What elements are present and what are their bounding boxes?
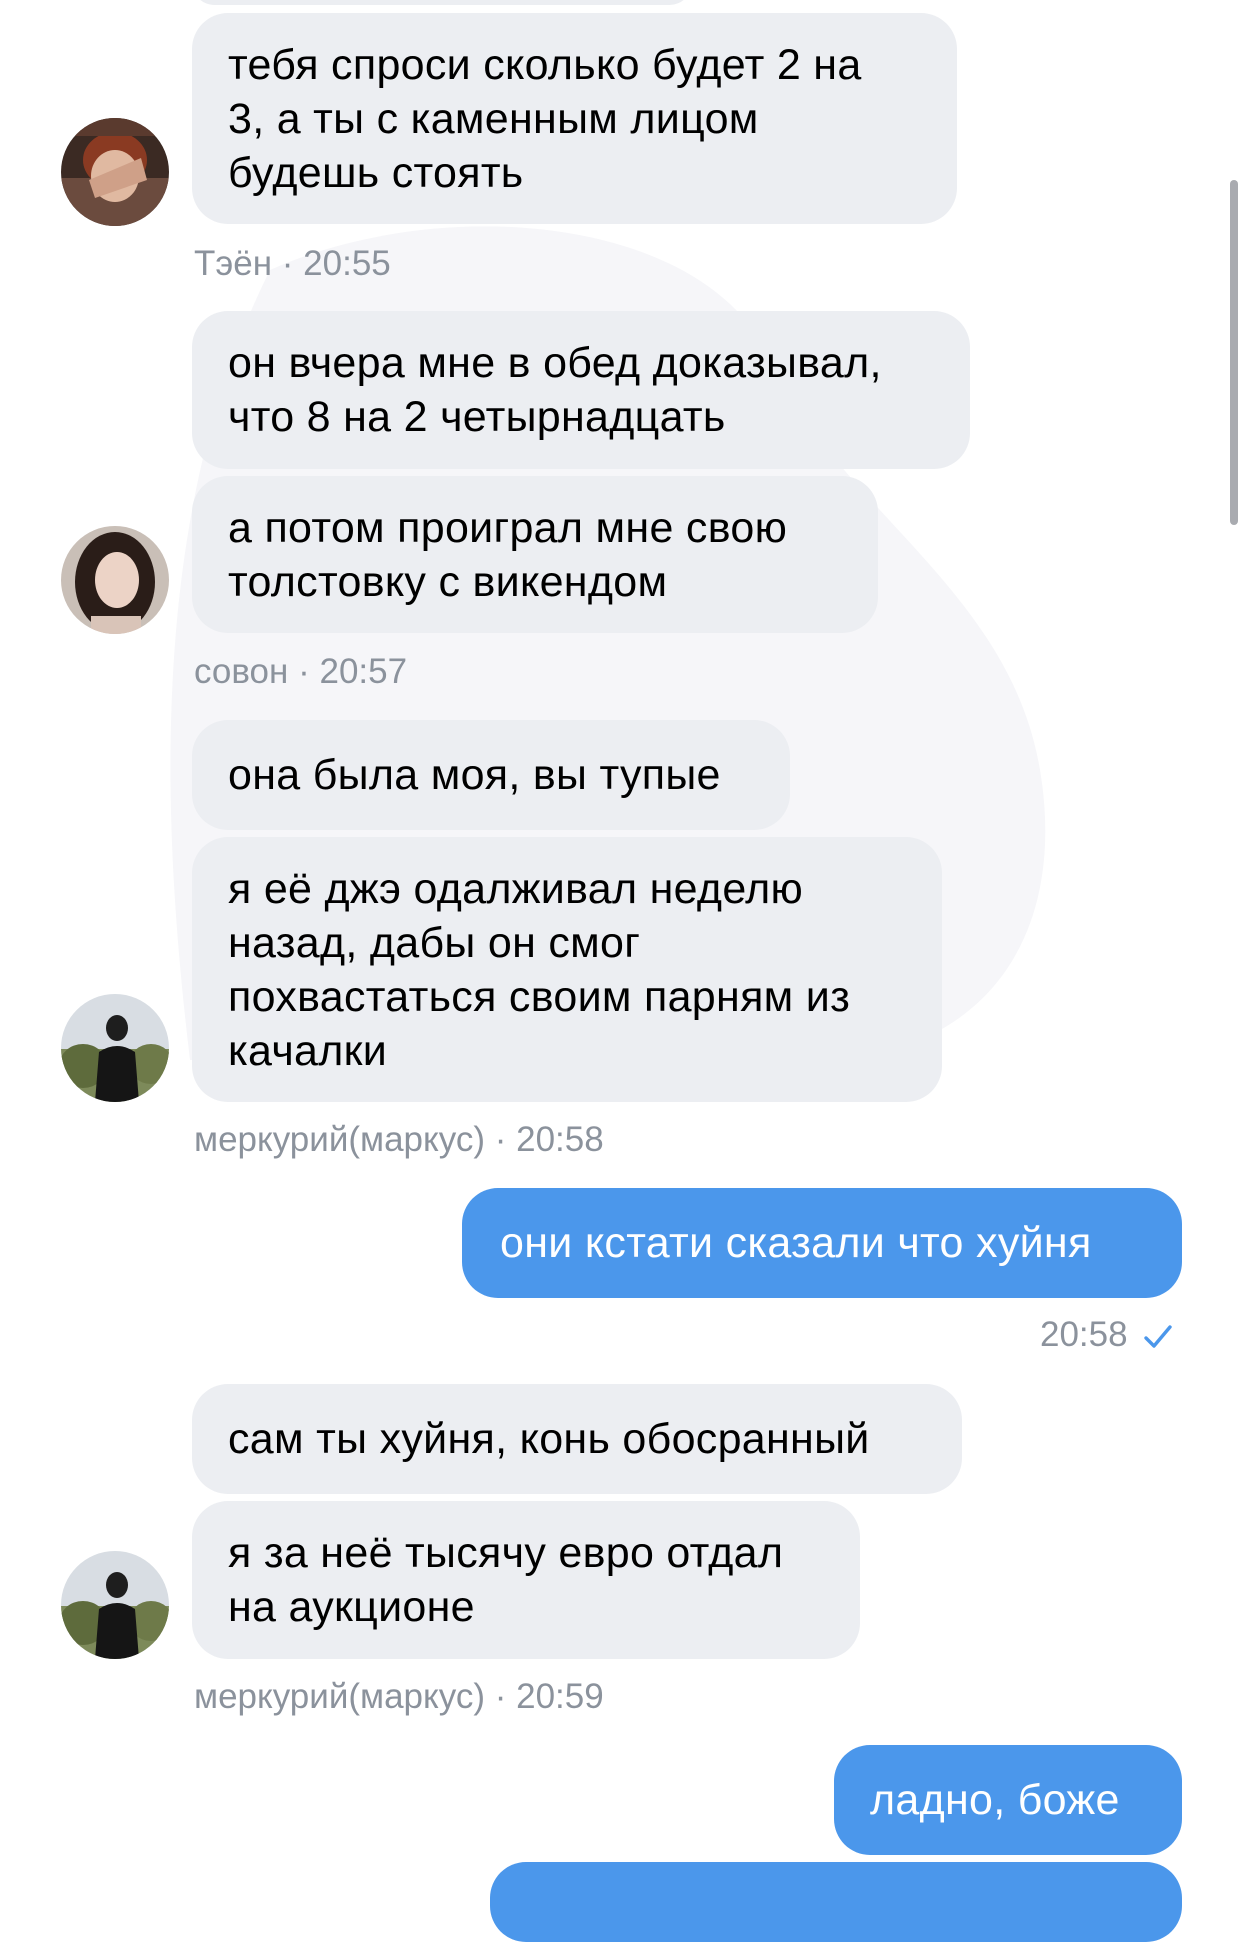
previous-message-bubble[interactable] [192, 0, 692, 5]
message-time: 20:58 [1040, 1315, 1128, 1354]
sender-name[interactable]: меркурий(маркус) [194, 1120, 485, 1159]
message-text: она была моя, вы тупые [228, 751, 721, 799]
message-meta: меркурий(маркус) · 20:58 [194, 1120, 604, 1160]
avatar-photo-icon [61, 526, 169, 634]
message-text: сам ты хуйня, конь обосранный [228, 1415, 870, 1463]
avatar[interactable] [61, 1551, 169, 1659]
message-text: он вчера мне в обед доказывал, что 8 на … [228, 339, 882, 441]
avatar[interactable] [61, 526, 169, 634]
message-bubble-outgoing[interactable]: они кстати сказали что хуйня [462, 1188, 1182, 1298]
message-text: я за неё тысячу евро отдал на аукционе [228, 1529, 784, 1631]
sender-name[interactable]: меркурий(маркус) [194, 1677, 485, 1716]
message-text: я её джэ одалживал неделю назад, дабы он… [228, 864, 851, 1075]
message-bubble[interactable]: а потом проиграл мне свою толстовку с ви… [192, 476, 878, 633]
message-time: · 20:57 [298, 652, 408, 691]
avatar-photo-icon [61, 118, 169, 226]
message-bubble[interactable]: она была моя, вы тупые [192, 720, 790, 830]
next-message-bubble-outgoing[interactable] [490, 1862, 1182, 1942]
message-text: тебя спроси сколько будет 2 на 3, а ты с… [228, 40, 862, 197]
message-time: · 20:55 [281, 244, 391, 283]
message-bubble[interactable]: я её джэ одалживал неделю назад, дабы он… [192, 837, 942, 1102]
chat-message-list[interactable]: тебя спроси сколько будет 2 на 3, а ты с… [0, 0, 1242, 1942]
message-bubble[interactable]: тебя спроси сколько будет 2 на 3, а ты с… [192, 13, 957, 224]
avatar-photo-icon [61, 1551, 169, 1659]
message-bubble-outgoing[interactable]: ладно, боже [834, 1745, 1182, 1855]
message-text: а потом проиграл мне свою толстовку с ви… [228, 503, 788, 606]
message-bubble[interactable]: я за неё тысячу евро отдал на аукционе [192, 1501, 860, 1659]
message-bubble[interactable]: он вчера мне в обед доказывал, что 8 на … [192, 311, 970, 469]
avatar[interactable] [61, 994, 169, 1102]
message-bubble[interactable]: сам ты хуйня, конь обосранный [192, 1384, 962, 1494]
avatar-photo-icon [61, 994, 169, 1102]
message-time: · 20:58 [494, 1120, 604, 1159]
message-time: · 20:59 [494, 1677, 604, 1716]
check-icon [1144, 1325, 1173, 1348]
message-text: они кстати сказали что хуйня [500, 1219, 1092, 1267]
message-meta: Тэён · 20:55 [194, 244, 391, 284]
sender-name[interactable]: совон [194, 652, 288, 691]
sender-name[interactable]: Тэён [194, 244, 272, 283]
message-meta: совон · 20:57 [194, 652, 407, 692]
avatar[interactable] [61, 118, 169, 226]
message-meta: меркурий(маркус) · 20:59 [194, 1677, 604, 1717]
scrollbar[interactable] [1230, 180, 1238, 525]
message-text: ладно, боже [870, 1776, 1120, 1824]
message-meta: 20:58 [1040, 1315, 1173, 1355]
